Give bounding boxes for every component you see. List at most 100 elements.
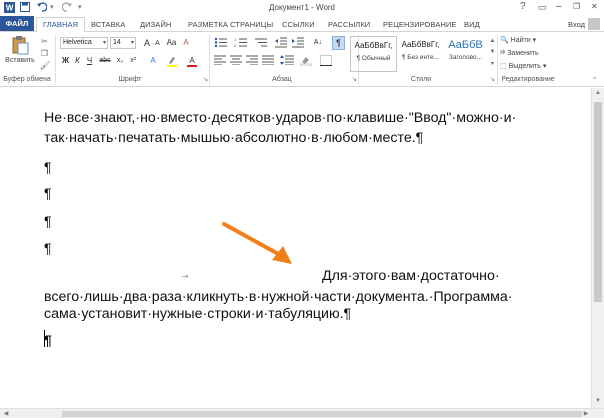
help-button[interactable]: ?	[520, 1, 526, 13]
svg-text:1: 1	[234, 37, 237, 42]
decrease-indent-icon[interactable]	[275, 37, 287, 49]
group-divider	[209, 35, 210, 85]
avatar[interactable]	[588, 18, 600, 30]
change-case-button[interactable]: Aa	[165, 37, 178, 49]
replace-button[interactable]: ᵃᵇ Заменить	[500, 48, 539, 59]
italic-button[interactable]: К	[73, 55, 82, 67]
align-right-icon[interactable]	[246, 55, 258, 67]
style-no-spacing[interactable]: АаБбВвГг, ¶ Без инте...	[397, 36, 444, 72]
doc-line-1: Не·все·знают,·но·вместо·десятков·ударов·…	[44, 110, 517, 126]
style-sample: АаБбВ	[448, 39, 483, 51]
bullets-icon[interactable]	[214, 37, 228, 49]
paragraph-group-label: Абзац	[272, 76, 292, 83]
group-divider	[55, 35, 56, 85]
vertical-scrollbar[interactable]: ▲ ▼	[591, 88, 604, 408]
strikethrough-button[interactable]: abc	[98, 55, 112, 67]
font-name-select[interactable]: Helvetica ▾	[60, 37, 108, 49]
paste-icon	[11, 35, 29, 55]
font-group-label: Шрифт	[118, 76, 142, 83]
font-size-value: 14	[113, 39, 121, 46]
search-icon: 🔍	[500, 37, 509, 44]
tab-view[interactable]: ВИД	[464, 18, 480, 31]
copy-icon[interactable]: ❐	[40, 49, 49, 58]
shrink-font-button[interactable]: A	[153, 38, 162, 50]
align-center-icon[interactable]	[230, 55, 242, 67]
style-name: ¶ Обычный	[356, 55, 391, 62]
subscript-button[interactable]: x₂	[114, 55, 126, 67]
grow-font-button[interactable]: A	[142, 37, 152, 49]
chevron-down-icon: ▾	[102, 40, 106, 46]
increase-indent-icon[interactable]	[292, 37, 304, 49]
text-effects-icon[interactable]: A	[148, 55, 158, 67]
replace-label: Заменить	[507, 50, 539, 57]
tab-design[interactable]: ДИЗАЙН	[140, 18, 171, 31]
superscript-button[interactable]: x²	[127, 55, 139, 67]
sort-icon[interactable]: A↓	[312, 37, 324, 49]
highlight-icon[interactable]	[166, 55, 178, 67]
align-left-icon[interactable]	[214, 55, 226, 67]
styles-more-icon[interactable]: ▾	[488, 60, 497, 69]
shading-icon[interactable]	[300, 55, 312, 67]
minimize-button[interactable]: –	[556, 1, 562, 13]
tab-mailings[interactable]: РАССЫЛКИ	[328, 18, 370, 31]
justify-icon[interactable]	[262, 55, 274, 67]
scroll-up-icon[interactable]: ▲	[592, 88, 604, 98]
format-painter-icon[interactable]: 🖌	[40, 61, 50, 70]
collapse-ribbon-icon[interactable]: ^	[590, 76, 599, 85]
paragraph-mark: ¶	[44, 332, 52, 348]
font-size-select[interactable]: 14 ▾	[110, 37, 136, 49]
scroll-down-icon[interactable]: ▼	[592, 396, 604, 406]
scroll-left-icon[interactable]: ◀	[0, 409, 12, 418]
select-icon: ⬚	[500, 63, 507, 70]
doc-line-5: сама·установит·нужные·строки·и·табуляцию…	[44, 306, 352, 322]
window-title: Документ1 - Word	[268, 3, 335, 12]
ribbon: Вставить ✂ ❐ 🖌 Буфер обмена Helvetica ▾ 1…	[0, 31, 604, 87]
find-button[interactable]: 🔍 Найти ▾	[500, 35, 536, 46]
cut-icon[interactable]: ✂	[40, 37, 49, 46]
tab-review[interactable]: РЕЦЕНЗИРОВАНИЕ	[383, 18, 457, 31]
styles-group-label: Стили	[410, 76, 432, 83]
styles-scroll-down-icon[interactable]: ▼	[488, 48, 497, 57]
scroll-right-icon[interactable]: ▶	[580, 409, 592, 418]
numbering-icon[interactable]: 12	[234, 37, 248, 49]
doc-line-2: так·начать·печатать·мышью·абсолютно·в·лю…	[44, 130, 424, 146]
tab-layout[interactable]: РАЗМЕТКА СТРАНИЦЫ	[188, 18, 273, 31]
doc-line-3: Для·этого·вам·достаточно·	[322, 268, 500, 284]
select-button[interactable]: ⬚ Выделить ▾	[500, 61, 546, 72]
style-heading-1[interactable]: АаБбВ Заголово...	[442, 36, 489, 72]
line-spacing-icon[interactable]	[280, 55, 294, 67]
paragraph-mark: ¶	[44, 185, 52, 201]
horizontal-scrollbar[interactable]: ◀ ▶	[0, 408, 604, 418]
scroll-thumb[interactable]	[594, 102, 602, 302]
underline-button[interactable]: Ч	[85, 55, 94, 67]
close-button[interactable]: ✕	[591, 1, 598, 13]
style-name: Заголово...	[448, 54, 483, 61]
paragraph-mark: ¶	[44, 240, 52, 256]
paste-button[interactable]: Вставить	[5, 35, 35, 73]
svg-text:A: A	[189, 56, 195, 65]
tab-file[interactable]: ФАЙЛ	[0, 16, 34, 31]
title-bar: W ▾ ▾ Документ1 - Word ? ▭ – ❐ ✕	[0, 0, 604, 16]
tab-home[interactable]: ГЛАВНАЯ	[36, 17, 86, 32]
ribbon-display-button[interactable]: ▭	[538, 1, 547, 13]
restore-button[interactable]: ❐	[573, 1, 580, 13]
clear-format-button[interactable]: A	[181, 37, 191, 49]
styles-scroll-up-icon[interactable]: ▲	[488, 37, 497, 46]
paste-label: Вставить	[5, 57, 35, 64]
bold-button[interactable]: Ж	[61, 55, 70, 67]
styles-dialog-launcher-icon[interactable]: ↘	[488, 76, 497, 85]
multilevel-list-icon[interactable]	[254, 37, 268, 49]
style-normal[interactable]: АаБбВвГг, ¶ Обычный	[350, 36, 397, 72]
select-label: Выделить	[508, 63, 541, 70]
borders-icon[interactable]	[320, 55, 332, 67]
style-sample: АаБбВвГг,	[354, 41, 393, 50]
sign-in-link[interactable]: Вход	[568, 18, 585, 31]
tab-insert[interactable]: ВСТАВКА	[91, 18, 125, 31]
scroll-thumb[interactable]	[62, 411, 582, 417]
svg-text:2: 2	[234, 43, 237, 48]
style-name: ¶ Без инте...	[402, 54, 439, 61]
font-color-icon[interactable]: A	[186, 55, 198, 67]
tab-references[interactable]: ССЫЛКИ	[282, 18, 315, 31]
show-marks-button[interactable]: ¶	[332, 36, 345, 50]
annotation-arrow-icon	[222, 222, 292, 264]
